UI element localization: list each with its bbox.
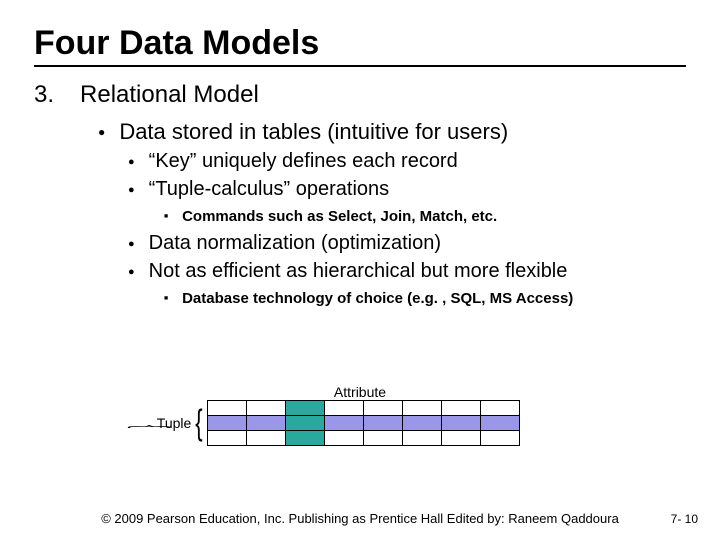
brace-left-icon: {: [195, 405, 202, 440]
bullet-level2: ● “Key” uniquely defines each record: [128, 150, 686, 174]
table-row: [207, 431, 519, 446]
bullet-text: Commands such as Select, Join, Match, et…: [182, 208, 497, 225]
page-number: 7- 10: [671, 512, 698, 526]
brace-top-icon: ︷: [127, 421, 165, 427]
bullet-level2: ● Data normalization (optimization): [128, 232, 686, 256]
slide-title: Four Data Models: [34, 24, 686, 63]
copyright-text: © 2009 Pearson Education, Inc. Publishin…: [0, 511, 720, 526]
bullet-icon: ■: [164, 290, 168, 308]
bullet-text: Data stored in tables (intuitive for use…: [119, 119, 508, 145]
bullet-level2: ● Not as efficient as hierarchical but m…: [128, 260, 686, 284]
slide: Four Data Models 3. Relational Model ● D…: [0, 0, 720, 540]
bullet-text: “Key” uniquely defines each record: [149, 150, 458, 173]
bullet-level3: ■ Commands such as Select, Join, Match, …: [164, 208, 686, 226]
bullet-icon: ●: [98, 119, 105, 146]
bullet-level3: ■ Database technology of choice (e.g. , …: [164, 290, 686, 308]
numbered-heading: 3. Relational Model: [34, 81, 686, 109]
list-number: 3.: [34, 81, 54, 109]
bullet-text: Not as efficient as hierarchical but mor…: [149, 260, 568, 283]
bullet-text: “Tuple-calculus” operations: [149, 178, 389, 201]
bullet-list: ● Data stored in tables (intuitive for u…: [98, 119, 686, 307]
bullet-icon: ■: [164, 208, 168, 226]
diagram-body: Tuple {: [157, 400, 520, 446]
table-row-highlight: [207, 416, 519, 431]
bullet-level1: ● Data stored in tables (intuitive for u…: [98, 119, 686, 146]
bullet-icon: ●: [128, 178, 135, 202]
bullet-icon: ●: [128, 150, 135, 174]
bullet-icon: ●: [128, 232, 135, 256]
relation-diagram: Attribute ︷ Tuple {: [0, 384, 720, 446]
bullet-level2: ● “Tuple-calculus” operations: [128, 178, 686, 202]
attribute-label: Attribute: [0, 384, 720, 400]
bullet-icon: ●: [128, 260, 135, 284]
divider: [34, 65, 686, 67]
bullet-text: Data normalization (optimization): [149, 232, 441, 255]
bullet-text: Database technology of choice (e.g. , SQ…: [182, 290, 573, 307]
table-row: [207, 401, 519, 416]
mini-table: [207, 400, 520, 446]
section-heading: Relational Model: [80, 81, 686, 109]
